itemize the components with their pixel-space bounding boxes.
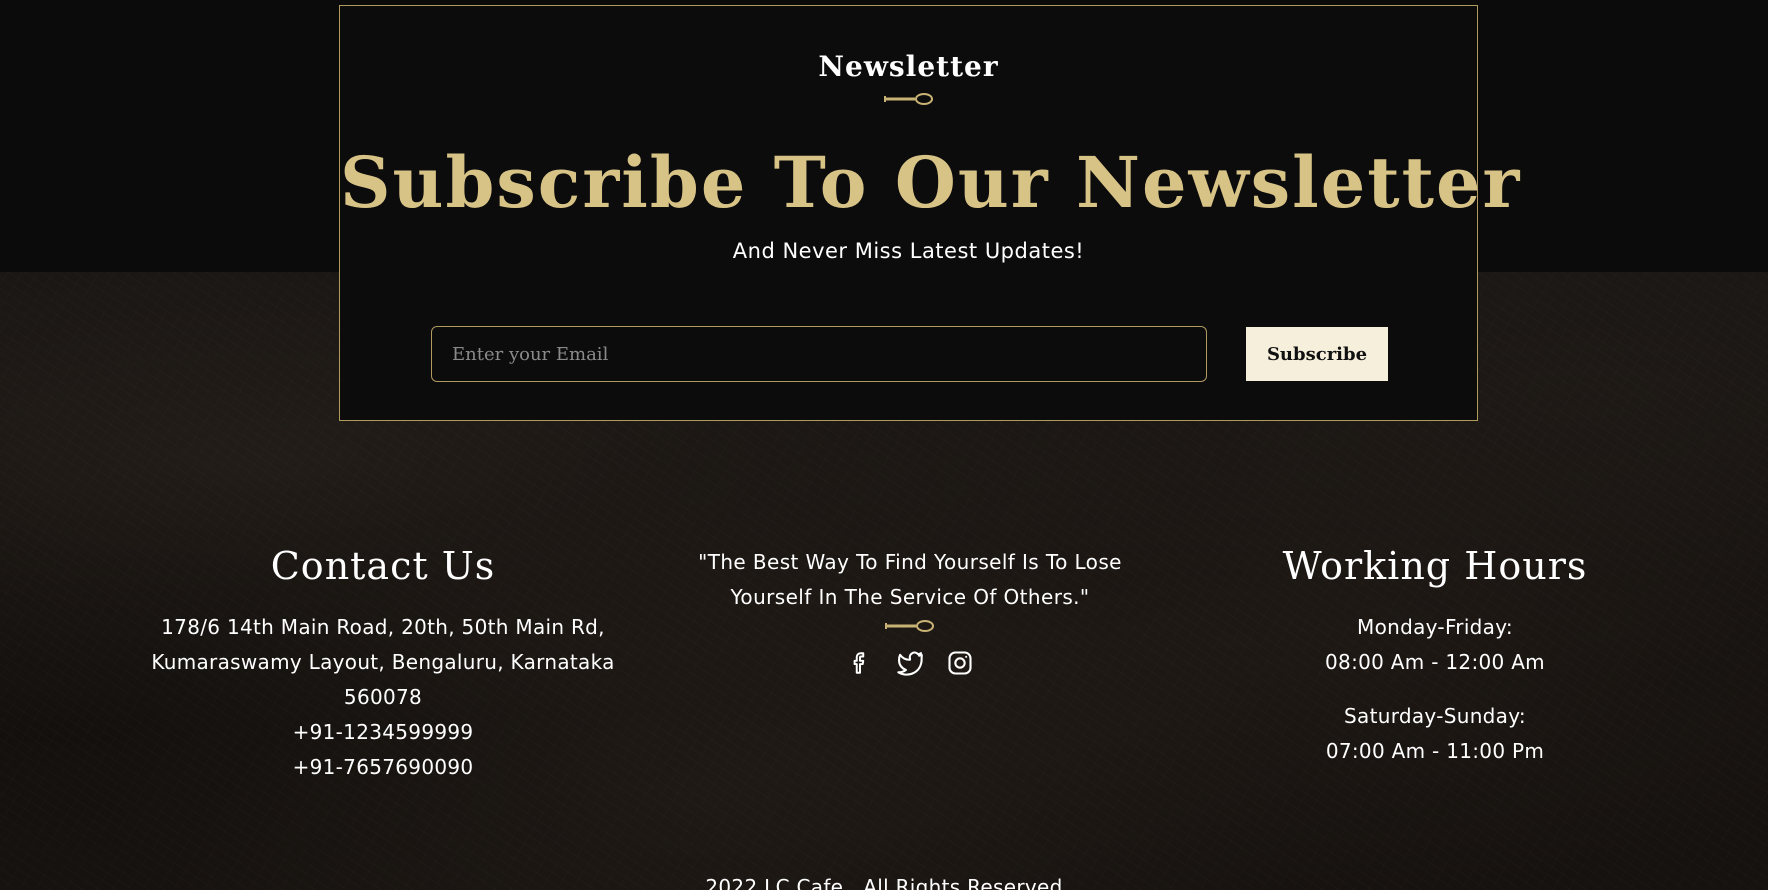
contact-title: Contact Us	[270, 544, 496, 588]
newsletter-card: Newsletter Subscribe To Our Newsletter A…	[339, 5, 1522, 421]
hours-time: 07:00 Am - 11:00 Pm	[1325, 739, 1545, 763]
hours-block: Monday-Friday: 08:00 Am - 12:00 Am	[1190, 610, 1680, 680]
address-line: 178/6 14th Main Road, 20th, 50th Main Rd…	[161, 615, 605, 639]
facebook-icon[interactable]	[846, 649, 874, 677]
copyright-text: 2022 LC Cafe . All Rights Reserved	[705, 875, 1063, 890]
hours-block: Saturday-Sunday: 07:00 Am - 11:00 Pm	[1190, 699, 1680, 769]
twitter-icon[interactable]	[896, 649, 924, 677]
newsletter-eyebrow: Newsletter	[818, 50, 999, 83]
quote-text: "The Best Way To Find Yourself Is To Los…	[698, 550, 1122, 609]
email-input[interactable]	[431, 326, 1207, 382]
quote-column: "The Best Way To Find Yourself Is To Los…	[660, 545, 1160, 677]
hours-title: Working Hours	[1282, 544, 1588, 588]
hours-days: Saturday-Sunday:	[1344, 704, 1526, 728]
spoon-divider-icon	[885, 620, 934, 632]
address-line: Kumaraswamy Layout, Bengaluru, Karnataka	[151, 650, 615, 674]
hours-time: 08:00 Am - 12:00 Am	[1325, 650, 1545, 674]
phone-number[interactable]: +91-1234599999	[140, 715, 626, 750]
page: Newsletter Subscribe To Our Newsletter A…	[0, 0, 1768, 890]
instagram-icon[interactable]	[946, 649, 974, 677]
hours-column: Working Hours Monday-Friday: 08:00 Am - …	[1190, 540, 1680, 788]
subscribe-button[interactable]: Subscribe	[1246, 327, 1388, 381]
spoon-divider-icon	[884, 93, 933, 105]
newsletter-heading: Subscribe To Our Newsletter	[340, 141, 1522, 224]
address-line: 560078	[343, 685, 423, 709]
social-links	[660, 649, 1160, 677]
contact-column: Contact Us 178/6 14th Main Road, 20th, 5…	[140, 540, 626, 785]
hours-days: Monday-Friday:	[1357, 615, 1513, 639]
newsletter-subheading: And Never Miss Latest Updates!	[732, 239, 1085, 263]
phone-number[interactable]: +91-7657690090	[140, 750, 626, 785]
